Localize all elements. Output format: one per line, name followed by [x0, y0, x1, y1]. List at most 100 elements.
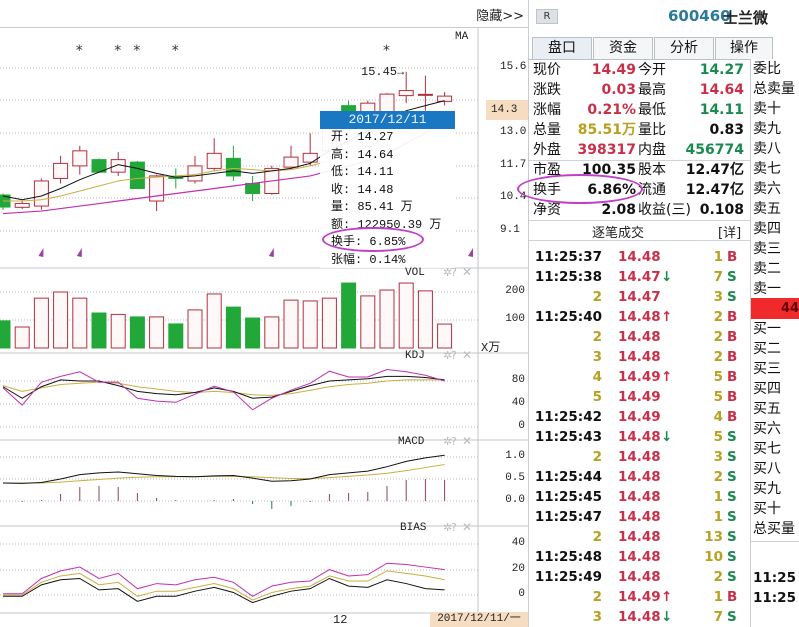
trade-side: S	[727, 529, 737, 545]
buy-level-label: 买六	[753, 421, 781, 437]
signal-triangle-icon	[468, 248, 473, 257]
volume-bar	[341, 282, 357, 349]
tab-3[interactable]: 操作	[715, 37, 773, 59]
quote-value: 0.21%	[587, 102, 636, 118]
help-icon[interactable]: ?	[451, 435, 457, 448]
trade-price: 14.48	[618, 609, 661, 625]
trade-time: 11:25:47	[534, 509, 602, 525]
close-icon[interactable]: ✕	[462, 520, 472, 534]
trade-side: B	[727, 369, 738, 385]
quote-value: 14.64	[699, 82, 744, 98]
arrow-up-icon: ↑	[661, 369, 673, 385]
volume-bar	[129, 316, 145, 349]
volume-bar	[321, 297, 337, 349]
trade-side: S	[727, 429, 737, 445]
signal-triangle-icon	[76, 248, 82, 257]
trade-time: 3	[592, 349, 602, 365]
trade-side: B	[727, 389, 738, 405]
quote-label: 量比	[638, 122, 666, 138]
bias-line-2	[3, 570, 445, 601]
macd-axis-label: 1.0	[505, 450, 525, 462]
trade-time: 2	[592, 449, 602, 465]
hide-panel-button[interactable]: 隐藏>>	[476, 5, 524, 24]
bias-line-1	[3, 577, 445, 604]
trade-time: 11:25:45	[534, 489, 602, 505]
stock-code: 600460	[668, 7, 731, 25]
buy-level-label: 买五	[753, 401, 781, 417]
bias-axis-label: 0	[518, 588, 525, 600]
volume-unit-label: X万	[481, 341, 501, 355]
current-price-tag: 14.3	[486, 100, 528, 120]
close-icon[interactable]: ✕	[462, 348, 472, 362]
trades-detail-link[interactable]: [详]	[718, 222, 741, 241]
order-time: 11:25	[753, 570, 796, 586]
volume-bar	[53, 291, 69, 349]
volume-bar	[398, 282, 414, 349]
tab-2[interactable]: 分析	[654, 37, 714, 59]
trade-price: 14.48	[618, 249, 661, 265]
candle-body	[225, 157, 241, 177]
candle-body	[302, 152, 318, 163]
macd-axis-label: 0.0	[505, 494, 525, 506]
trade-time: 5	[592, 389, 602, 405]
close-icon[interactable]: ✕	[462, 434, 472, 448]
trade-time: 2	[592, 289, 602, 305]
trade-side: B	[727, 309, 738, 325]
trade-price: 14.49	[618, 409, 661, 425]
trade-side: S	[727, 609, 737, 625]
tab-1[interactable]: 资金	[593, 37, 653, 59]
tooltip-row: 张幅: 0.14%	[331, 252, 406, 267]
help-icon[interactable]: ?	[451, 266, 457, 279]
help-icon[interactable]: ?	[451, 349, 457, 362]
volume-bar	[283, 299, 299, 349]
candle-body	[245, 182, 261, 195]
signal-star-icon: *	[133, 43, 140, 59]
trade-side: S	[727, 489, 737, 505]
trade-time: 2	[592, 589, 602, 605]
divider	[529, 240, 750, 241]
trade-time: 11:25:49	[534, 569, 602, 585]
price-axis-label: 9.1	[500, 224, 520, 236]
divider	[529, 220, 750, 221]
trade-volume: 3	[713, 449, 723, 465]
price-bar: 449	[751, 298, 799, 319]
order-ratio-label: 委比	[753, 61, 781, 77]
candle-body	[379, 93, 395, 113]
tab-0[interactable]: 盘口	[532, 37, 592, 59]
trade-volume: 1	[713, 489, 723, 505]
volume-bar	[225, 306, 241, 349]
r-badge[interactable]: R	[536, 9, 558, 24]
trade-time: 11:25:38	[534, 269, 602, 285]
volume-bar	[168, 323, 184, 349]
help-icon[interactable]: ?	[451, 521, 457, 534]
trade-side: S	[727, 549, 737, 565]
quote-label: 今开	[638, 62, 666, 78]
kdj-axis-label: 40	[511, 397, 525, 409]
buy-level-label: 买八	[753, 461, 781, 477]
quote-value: 0.108	[699, 202, 744, 218]
trade-side: S	[727, 569, 737, 585]
arrow-down-icon: ↓	[661, 269, 673, 285]
quote-value: 12.47亿	[685, 182, 744, 198]
quote-label: 股本	[638, 162, 666, 178]
candle-body	[149, 175, 165, 202]
candle-body	[129, 161, 145, 189]
arrow-up-icon: ↑	[661, 589, 673, 605]
trade-side: B	[727, 349, 738, 365]
trade-price: 14.49	[618, 389, 661, 405]
trade-price: 14.48	[618, 329, 661, 345]
total-buy-label: 总买量	[753, 521, 795, 537]
buy-level-label: 买四	[753, 381, 781, 397]
signal-triangle-icon	[268, 248, 274, 257]
trade-side: S	[727, 469, 737, 485]
tooltip-date: 2017/12/11	[320, 111, 455, 129]
close-icon[interactable]: ✕	[462, 265, 472, 279]
trade-price: 14.48	[618, 549, 661, 565]
quote-value: 14.11	[699, 102, 744, 118]
candle-body	[72, 150, 88, 167]
macd-axis-label: 0.5	[505, 472, 525, 484]
trade-price: 14.48	[618, 349, 661, 365]
buy-level-label: 买三	[753, 361, 781, 377]
bias-pane-label: BIAS	[400, 522, 427, 534]
quote-value: 2.08	[601, 202, 636, 218]
